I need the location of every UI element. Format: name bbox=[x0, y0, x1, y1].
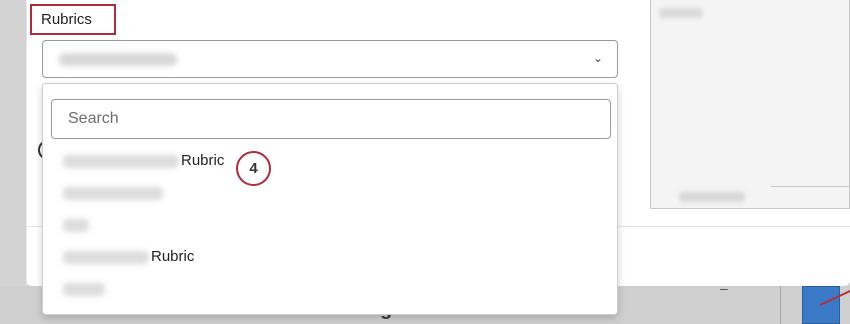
rubric-option-name bbox=[63, 251, 149, 264]
rubric-option-name bbox=[63, 155, 179, 168]
rubric-option[interactable] bbox=[43, 178, 617, 208]
rubric-option-name bbox=[63, 283, 105, 296]
rubric-option[interactable] bbox=[43, 274, 617, 304]
rubric-option[interactable]: Rubric bbox=[43, 146, 617, 176]
search-input[interactable] bbox=[51, 99, 611, 139]
preview-footer-text bbox=[679, 192, 745, 202]
rubric-option[interactable]: Rubric bbox=[43, 242, 617, 272]
rubric-option[interactable] bbox=[43, 210, 617, 240]
rubric-dropdown-menu: Rubric Rubric bbox=[42, 83, 618, 315]
preview-divider bbox=[771, 186, 850, 187]
rubric-select[interactable]: ⌄ bbox=[42, 40, 618, 78]
rubrics-label-text: Rubrics bbox=[41, 11, 92, 28]
step-number-badge: 4 bbox=[236, 151, 271, 186]
modal-edge bbox=[26, 0, 27, 286]
rubric-option-suffix: Rubric bbox=[181, 152, 225, 169]
background-divider bbox=[780, 286, 781, 324]
selected-rubric-value bbox=[59, 53, 177, 66]
rubric-option-name bbox=[63, 187, 163, 200]
rubrics-section-label: Rubrics bbox=[30, 4, 116, 35]
preview-title bbox=[659, 8, 703, 18]
preview-panel bbox=[650, 0, 850, 209]
rubric-option-suffix: Rubric bbox=[151, 248, 195, 265]
chevron-down-icon: ⌄ bbox=[592, 51, 603, 65]
rubric-option-name bbox=[63, 219, 89, 232]
